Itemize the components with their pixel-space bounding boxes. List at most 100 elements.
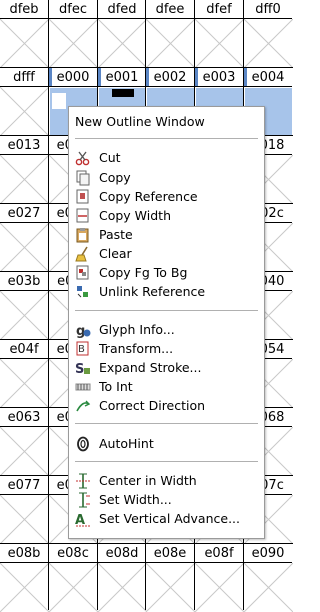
menu-item-copy[interactable]: Copy — [69, 168, 264, 187]
glyph-cell-dfff[interactable]: dfff — [0, 68, 49, 136]
menu-item-unlink-reference[interactable]: Unlink Reference — [69, 282, 264, 301]
glyph-cell-e08d[interactable]: e08d — [98, 544, 147, 612]
empty-glyph-preview — [0, 87, 49, 136]
menu-item-label: Copy Fg To Bg — [99, 265, 188, 280]
glyph-cell-e08b[interactable]: e08b — [0, 544, 49, 612]
set-vadvance-icon: A — [75, 511, 91, 528]
glyph-cell-e08f[interactable]: e08f — [195, 544, 244, 612]
grid-row-divider — [0, 543, 293, 544]
menu-item-label: Copy Reference — [99, 189, 198, 204]
glyph-cell-e04f[interactable]: e04f — [0, 340, 49, 408]
menu-item-glyph-info[interactable]: g Glyph Info... — [69, 320, 264, 339]
glyph-code-label: e08c — [49, 544, 97, 563]
menu-item-clear[interactable]: Clear — [69, 244, 264, 263]
grid-row-divider — [0, 67, 293, 68]
empty-glyph-preview — [0, 19, 49, 68]
empty-glyph-preview — [0, 495, 49, 544]
empty-glyph-preview — [49, 19, 98, 68]
glyph-cell-dfeb[interactable]: dfeb — [0, 0, 49, 68]
svg-text:g: g — [76, 324, 85, 338]
empty-glyph-preview — [0, 359, 49, 408]
glyph-cell-dff0[interactable]: dff0 — [244, 0, 293, 68]
glyph-code-label: e04f — [0, 340, 48, 359]
menu-item-expand-stroke[interactable]: S Expand Stroke... — [69, 358, 264, 377]
glyph-cell-e027[interactable]: e027 — [0, 204, 49, 272]
empty-glyph-preview — [146, 563, 195, 612]
menu-item-label: Center in Width — [99, 473, 197, 488]
glyph-cell-e013[interactable]: e013 — [0, 136, 49, 204]
glyph-cell-dfee[interactable]: dfee — [146, 0, 195, 68]
empty-glyph-preview — [146, 19, 195, 68]
glyph-code-label: e063 — [0, 408, 48, 427]
menu-item-set-vertical-advance[interactable]: A Set Vertical Advance... — [69, 509, 264, 528]
empty-glyph-preview — [98, 563, 147, 612]
svg-text:S: S — [75, 362, 84, 376]
menu-item-label: Set Width... — [99, 492, 172, 507]
glyph-cell-e08e[interactable]: e08e — [146, 544, 195, 612]
menu-item-transform[interactable]: B Transform... — [69, 339, 264, 358]
glyph-code-label: e004 — [244, 68, 292, 87]
glyph-code-label: e08e — [146, 544, 194, 563]
glyph-cell-e03b[interactable]: e03b — [0, 272, 49, 340]
glyph-cell-dfef[interactable]: dfef — [195, 0, 244, 68]
menu-item-copy-width[interactable]: Copy Width — [69, 206, 264, 225]
menu-item-set-width[interactable]: Set Width... — [69, 490, 264, 509]
expand-stroke-icon: S — [75, 360, 91, 377]
empty-glyph-preview — [244, 563, 293, 612]
glyph-cell-dfed[interactable]: dfed — [98, 0, 147, 68]
copy-fg-bg-icon — [75, 265, 91, 281]
glyph-code-label: e013 — [0, 136, 48, 155]
center-width-icon — [75, 473, 91, 489]
paste-icon — [75, 227, 91, 243]
glyph-code-label: dfef — [195, 0, 243, 19]
transform-icon: B — [75, 341, 91, 357]
glyph-code-label: dfff — [0, 68, 48, 87]
menu-item-cut[interactable]: Cut — [69, 148, 264, 167]
glyph-cell-e063[interactable]: e063 — [0, 408, 49, 476]
menu-item-label: Copy Width — [99, 208, 171, 223]
menu-item-label: Paste — [99, 227, 133, 242]
menu-item-copy-fg-to-bg[interactable]: Copy Fg To Bg — [69, 263, 264, 282]
glyph-code-label: dfed — [98, 0, 146, 19]
glyph-code-label: e090 — [244, 544, 292, 563]
glyph-code-label: e08b — [0, 544, 48, 563]
menu-item-autohint[interactable]: AutoHint — [69, 434, 264, 453]
menu-item-to-int[interactable]: To Int — [69, 377, 264, 396]
menu-item-label: Unlink Reference — [99, 284, 206, 299]
glyph-cell-dfec[interactable]: dfec — [49, 0, 98, 68]
menu-item-label: Expand Stroke... — [99, 360, 202, 375]
glyph-code-label: e002 — [146, 68, 194, 87]
menu-item-label: New Outline Window — [75, 114, 205, 129]
empty-glyph-preview — [0, 223, 49, 272]
glyph-cell-e090[interactable]: e090 — [244, 544, 293, 612]
broom-icon — [75, 246, 91, 262]
glyph-code-label: dff0 — [244, 0, 292, 19]
menu-separator — [75, 310, 258, 311]
menu-item-label: Cut — [99, 150, 121, 165]
glyph-cell-e08c[interactable]: e08c — [49, 544, 98, 612]
empty-glyph-preview — [98, 19, 147, 68]
empty-glyph-preview — [0, 563, 49, 612]
menu-item-label: Copy — [99, 170, 131, 185]
empty-glyph-preview — [195, 19, 244, 68]
menu-item-label: Correct Direction — [99, 398, 206, 413]
copy-reference-icon — [75, 189, 91, 205]
menu-item-center-in-width[interactable]: Center in Width — [69, 471, 264, 490]
empty-glyph-preview — [244, 19, 293, 68]
menu-item-paste[interactable]: Paste — [69, 225, 264, 244]
autohint-icon — [75, 436, 91, 452]
empty-glyph-preview — [0, 427, 49, 476]
set-width-icon — [75, 492, 91, 508]
menu-item-label: Transform... — [99, 341, 174, 356]
glyph-code-label: e001 — [98, 68, 146, 87]
grid-column-divider — [48, 0, 49, 610]
menu-item-correct-direction[interactable]: Correct Direction — [69, 396, 264, 415]
glyph-code-label: dfeb — [0, 0, 48, 19]
menu-item-new-outline-window[interactable]: New Outline Window — [69, 112, 264, 131]
glyph-cell-e077[interactable]: e077 — [0, 476, 49, 544]
glyph-code-label: e08d — [98, 544, 146, 563]
menu-item-copy-reference[interactable]: Copy Reference — [69, 187, 264, 206]
glyph-code-label: e03b — [0, 272, 48, 291]
glyph-code-label: e000 — [49, 68, 97, 87]
menu-separator — [75, 138, 258, 139]
